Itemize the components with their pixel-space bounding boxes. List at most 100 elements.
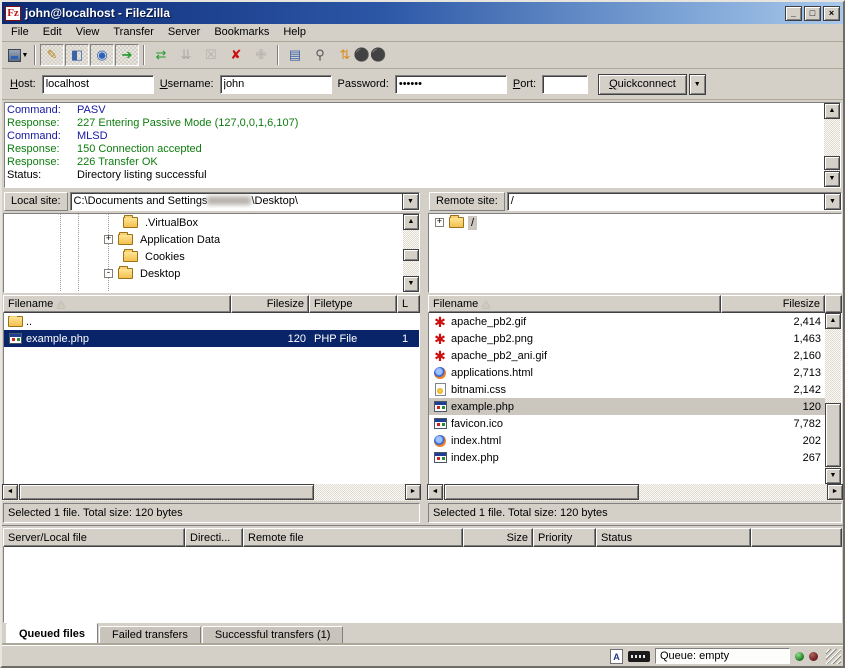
password-label: Password: [338, 78, 389, 90]
filezilla-app-icon[interactable]: Fz [5, 6, 21, 21]
log-line: Response:226 Transfer OK [7, 156, 822, 169]
local-tree-scrollbar[interactable]: ▲ ▼ [403, 214, 419, 292]
tab-successful-transfers[interactable]: Successful transfers (1) [202, 626, 344, 644]
log-line: Command:MLSD [7, 130, 822, 143]
site-manager-icon[interactable]: ▼ [6, 44, 30, 66]
scroll-left-icon[interactable]: ◄ [2, 484, 18, 500]
file-row[interactable]: bitnami.css 2,142 [429, 381, 825, 398]
scrollbar-thumb[interactable] [824, 156, 840, 170]
tree-item[interactable]: .VirtualBox [4, 214, 419, 231]
tree-item[interactable]: +Application Data [4, 231, 419, 248]
scroll-up-icon[interactable]: ▲ [403, 214, 419, 230]
quickconnect-dropdown-icon[interactable]: ▼ [689, 74, 706, 95]
directory-comparison-icon[interactable]: ⚲ [308, 44, 332, 66]
remote-site-combobox[interactable]: / ▼ [507, 192, 842, 211]
refresh-icon[interactable]: ⇄ [149, 44, 173, 66]
scroll-down-icon[interactable]: ▼ [403, 276, 419, 292]
log-scrollbar[interactable]: ▲ ▼ [824, 103, 840, 187]
file-row-selected[interactable]: example.php 120 [429, 398, 825, 415]
directory-filter-icon[interactable]: ▤ [283, 44, 307, 66]
find-files-icon[interactable]: ⚫⚫ [358, 44, 382, 66]
html-file-icon [434, 435, 446, 447]
toolbar-separator [143, 45, 145, 65]
scroll-right-icon[interactable]: ► [827, 484, 843, 500]
toggle-remote-tree-icon[interactable]: ◉ [90, 44, 114, 66]
column-header-filename[interactable]: Filename [3, 295, 231, 313]
close-button[interactable]: × [823, 6, 840, 21]
remote-site-row: Remote site: / ▼ [427, 190, 843, 213]
password-input[interactable] [395, 75, 507, 94]
reconnect-icon[interactable]: ✙ [249, 44, 273, 66]
menu-transfer[interactable]: Transfer [106, 24, 161, 41]
scroll-right-icon[interactable]: ► [405, 484, 421, 500]
resize-grip[interactable] [826, 649, 841, 664]
column-header-server-local-file[interactable]: Server/Local file [3, 528, 185, 547]
file-row[interactable]: .. [4, 313, 419, 330]
toggle-transfer-queue-icon[interactable]: ➔ [115, 44, 139, 66]
local-horizontal-scrollbar[interactable]: ◄ ► [2, 484, 421, 501]
port-input[interactable] [542, 75, 588, 94]
menu-server[interactable]: Server [161, 24, 207, 41]
file-row[interactable]: favicon.ico 7,782 [429, 415, 825, 432]
menu-file[interactable]: File [4, 24, 36, 41]
column-header-size[interactable]: Size [463, 528, 533, 547]
menu-view[interactable]: View [69, 24, 107, 41]
file-row[interactable]: ✱apache_pb2.png 1,463 [429, 330, 825, 347]
combo-dropdown-icon[interactable]: ▼ [824, 193, 841, 210]
tab-queued-files[interactable]: Queued files [6, 623, 98, 644]
menu-bookmarks[interactable]: Bookmarks [207, 24, 276, 41]
scroll-down-icon[interactable]: ▼ [824, 171, 840, 187]
scrollbar-thumb[interactable] [19, 484, 314, 500]
remote-horizontal-scrollbar[interactable]: ◄ ► [427, 484, 843, 501]
expand-icon[interactable]: + [435, 218, 444, 227]
scroll-left-icon[interactable]: ◄ [427, 484, 443, 500]
remote-list-scrollbar[interactable]: ▲ ▼ [825, 313, 841, 484]
toggle-local-tree-icon[interactable]: ◧ [65, 44, 89, 66]
file-row[interactable]: applications.html 2,713 [429, 364, 825, 381]
column-header-last-modified[interactable]: L [397, 295, 420, 313]
toggle-message-log-icon[interactable]: ✎ [40, 44, 64, 66]
collapse-icon[interactable]: - [104, 269, 113, 278]
username-input[interactable] [220, 75, 332, 94]
tree-item[interactable]: + / [429, 214, 841, 231]
scroll-up-icon[interactable]: ▲ [825, 313, 841, 329]
column-header-filename[interactable]: Filename [428, 295, 721, 313]
file-row[interactable]: ✱apache_pb2.gif 2,414 [429, 313, 825, 330]
column-header-priority[interactable]: Priority [533, 528, 596, 547]
host-input[interactable] [42, 75, 154, 94]
redacted-username [207, 196, 251, 205]
cancel-operation-icon[interactable]: ☒ [199, 44, 223, 66]
menu-edit[interactable]: Edit [36, 24, 69, 41]
column-header-filesize[interactable]: Filesize [231, 295, 309, 313]
local-site-combobox[interactable]: C:\Documents and Settings\Desktop\ ▼ [70, 192, 420, 211]
expand-icon[interactable]: + [104, 235, 113, 244]
tree-item[interactable]: Cookies [4, 248, 419, 265]
file-row-selected[interactable]: example.php 120 PHP File 1 [4, 330, 419, 347]
queue-list[interactable] [3, 547, 842, 623]
quickconnect-button[interactable]: Quickconnect [598, 74, 687, 95]
port-label: Port: [513, 78, 536, 90]
scroll-up-icon[interactable]: ▲ [824, 103, 840, 119]
file-row[interactable]: index.php 267 [429, 449, 825, 466]
menu-help[interactable]: Help [276, 24, 313, 41]
column-header-filetype[interactable]: Filetype [309, 295, 397, 313]
file-row[interactable]: ✱apache_pb2_ani.gif 2,160 [429, 347, 825, 364]
disconnect-icon[interactable]: ✘ [224, 44, 248, 66]
combo-dropdown-icon[interactable]: ▼ [402, 193, 419, 210]
maximize-button[interactable]: □ [804, 6, 821, 21]
column-header-filesize[interactable]: Filesize [721, 295, 825, 313]
column-header-status[interactable]: Status [596, 528, 751, 547]
tab-failed-transfers[interactable]: Failed transfers [99, 626, 201, 644]
minimize-button[interactable]: _ [785, 6, 802, 21]
column-header-remote-file[interactable]: Remote file [243, 528, 463, 547]
process-queue-icon[interactable]: ⇊ [174, 44, 198, 66]
scrollbar-thumb[interactable] [444, 484, 639, 500]
speed-limits-icon[interactable] [628, 651, 650, 662]
transfer-type-icon[interactable]: A [610, 649, 623, 664]
column-header-direction[interactable]: Directi... [185, 528, 243, 547]
file-row[interactable]: index.html 202 [429, 432, 825, 449]
scrollbar-thumb[interactable] [825, 403, 841, 467]
tree-item[interactable]: -Desktop [4, 265, 419, 282]
scrollbar-thumb[interactable] [403, 249, 419, 261]
scroll-down-icon[interactable]: ▼ [825, 468, 841, 484]
